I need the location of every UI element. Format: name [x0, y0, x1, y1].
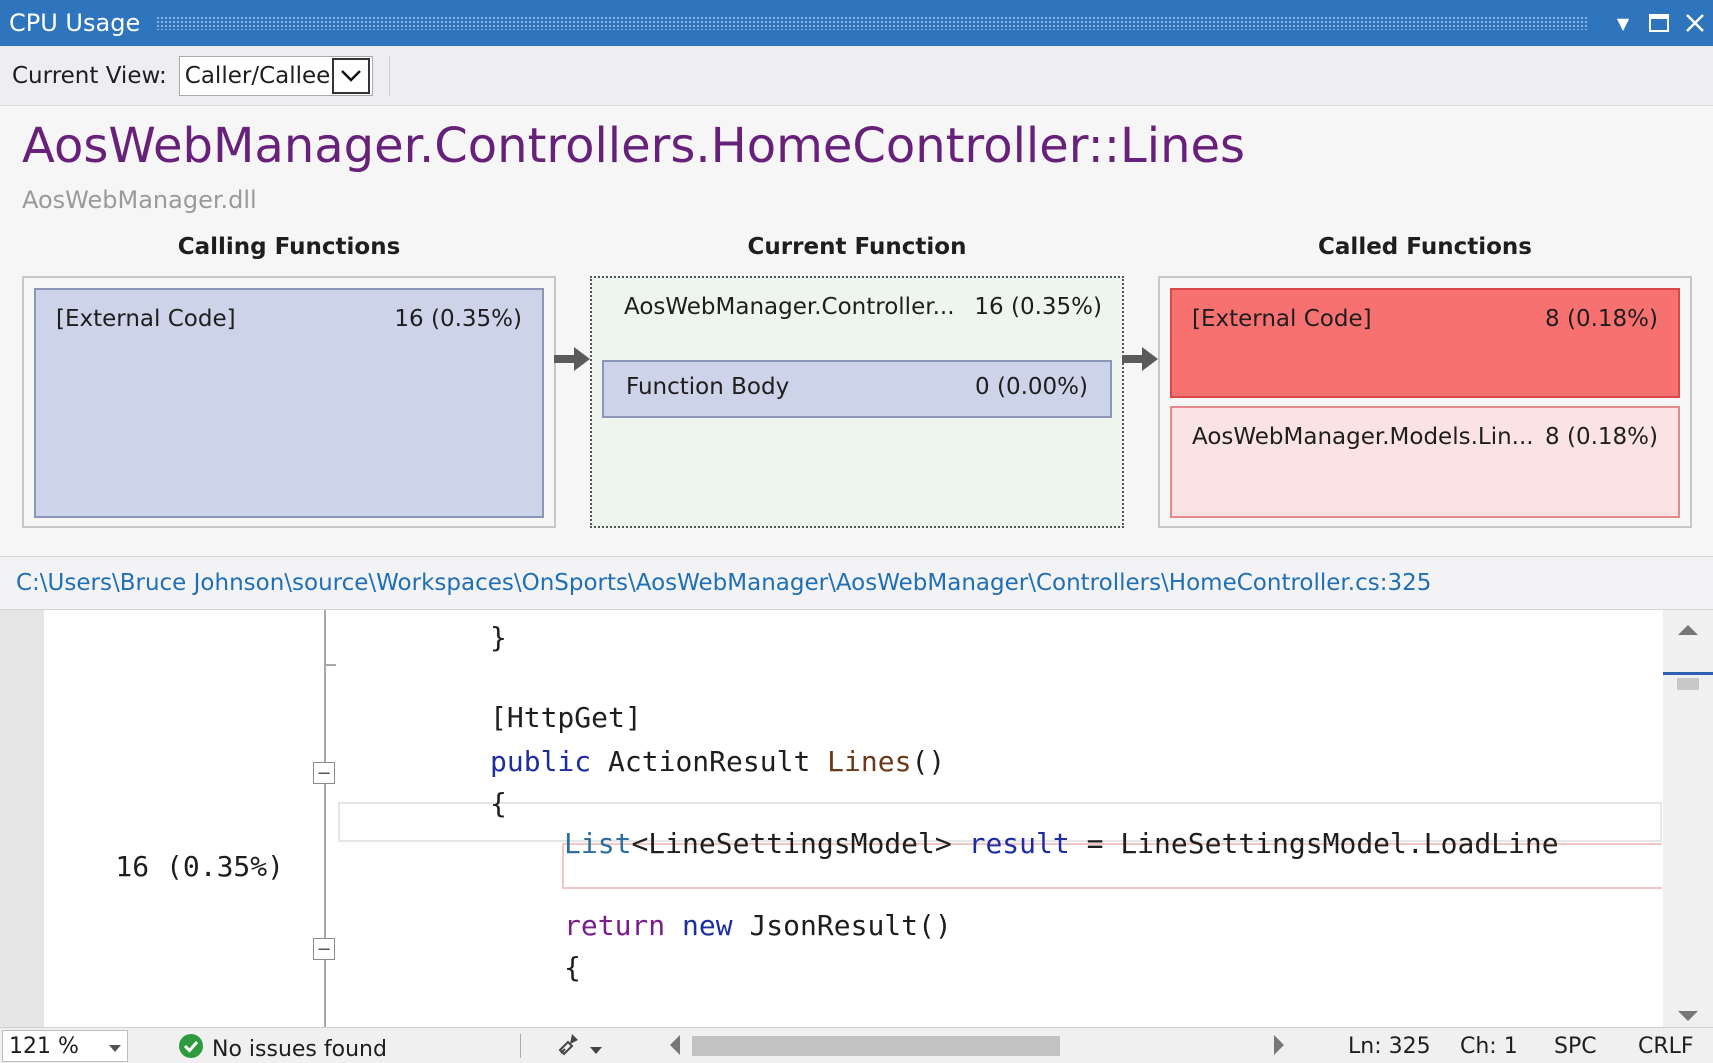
- current-view-value: Caller/Callee: [184, 62, 331, 89]
- current-function-value: 16 (0.35%): [974, 294, 1102, 320]
- collapse-icon[interactable]: −: [313, 762, 335, 784]
- issues-text: No issues found: [212, 1036, 387, 1062]
- arrow-right-icon: [554, 344, 592, 379]
- broom-icon: [556, 1032, 582, 1063]
- line-metric: 16 (0.35%): [115, 850, 284, 883]
- function-body-value: 0 (0.00%): [975, 374, 1088, 400]
- check-circle-icon: [178, 1033, 204, 1063]
- called-function-value: 8 (0.18%): [1545, 424, 1658, 450]
- close-icon[interactable]: [1677, 0, 1713, 46]
- outline-tick: [324, 664, 336, 666]
- current-function-panel: AosWebManager.Controller... 16 (0.35%) F…: [590, 276, 1124, 528]
- code-line: public ActionResult Lines(): [490, 745, 946, 778]
- current-view-label: Current View:: [12, 62, 167, 89]
- window-title: CPU Usage: [9, 9, 141, 37]
- scroll-position-marker: [1663, 672, 1713, 675]
- code-editor[interactable]: 16 (0.35%) − − } [HttpGet] public Action…: [0, 610, 1713, 1027]
- zoom-select[interactable]: 121 %: [2, 1030, 128, 1062]
- arrow-right-icon: [1122, 344, 1160, 379]
- module-name: AosWebManager.dll: [22, 186, 257, 214]
- metrics-gutter: 16 (0.35%): [44, 610, 288, 1027]
- called-functions-panel: [External Code] 8 (0.18%) AosWebManager.…: [1158, 276, 1692, 528]
- vertical-scrollbar[interactable]: [1663, 610, 1713, 1027]
- code-line: List<LineSettingsModel> result = LineSet…: [564, 827, 1559, 860]
- calling-function-item[interactable]: [External Code] 16 (0.35%): [34, 288, 544, 518]
- chevron-down-icon[interactable]: [331, 57, 370, 94]
- called-function-item[interactable]: [External Code] 8 (0.18%): [1170, 288, 1680, 398]
- scroll-thumb[interactable]: [1677, 678, 1699, 690]
- function-title: AosWebManager.Controllers.HomeController…: [22, 118, 1246, 174]
- current-function-heading: Current Function: [747, 234, 967, 260]
- outline-line: [324, 610, 326, 1027]
- called-functions-heading: Called Functions: [1318, 234, 1532, 260]
- zoom-value: 121 %: [9, 1033, 79, 1059]
- toolbar-separator: [388, 55, 390, 96]
- calling-functions-heading: Calling Functions: [177, 234, 401, 260]
- line-ending[interactable]: CRLF: [1638, 1034, 1694, 1059]
- status-separator: [520, 1034, 521, 1058]
- current-function-item[interactable]: AosWebManager.Controller... 16 (0.35%): [624, 294, 1102, 320]
- scroll-right-icon[interactable]: [1274, 1035, 1286, 1061]
- code-line: return new JsonResult(): [564, 909, 952, 942]
- code-line: {: [490, 787, 507, 820]
- scroll-left-icon[interactable]: [668, 1035, 680, 1061]
- function-body-item[interactable]: Function Body 0 (0.00%): [602, 360, 1112, 418]
- horizontal-scroll-thumb[interactable]: [692, 1036, 1060, 1056]
- code-line: {: [564, 951, 581, 984]
- dropdown-icon[interactable]: ▼: [1605, 0, 1641, 46]
- calling-functions-panel: [External Code] 16 (0.35%): [22, 276, 556, 528]
- code-area[interactable]: } [HttpGet] public ActionResult Lines() …: [340, 610, 1663, 1027]
- column-number[interactable]: Ch: 1: [1460, 1034, 1518, 1059]
- calling-function-value: 16 (0.35%): [394, 306, 522, 332]
- chevron-down-icon: [590, 1036, 602, 1061]
- scroll-up-icon[interactable]: [1678, 620, 1698, 639]
- called-function-item[interactable]: AosWebManager.Models.Lin... 8 (0.18%): [1170, 406, 1680, 518]
- source-path-bar: C:\Users\Bruce Johnson\source\Workspaces…: [0, 556, 1713, 610]
- current-view-select[interactable]: Caller/Callee: [178, 55, 373, 96]
- code-cleanup-button[interactable]: [556, 1032, 602, 1063]
- title-grip[interactable]: [156, 16, 1589, 30]
- code-line: }: [490, 621, 507, 654]
- line-number[interactable]: Ln: 325: [1348, 1034, 1431, 1059]
- whitespace-mode[interactable]: SPC: [1554, 1034, 1597, 1059]
- toolbar: Current View: Caller/Callee: [0, 46, 1713, 106]
- called-function-name: [External Code]: [1192, 306, 1372, 332]
- caller-callee-header: AosWebManager.Controllers.HomeController…: [0, 106, 1713, 556]
- function-body-label: Function Body: [626, 374, 790, 400]
- called-function-name: AosWebManager.Models.Lin...: [1192, 424, 1534, 450]
- chevron-down-icon: [109, 1034, 121, 1059]
- editor-margin: [0, 610, 44, 1027]
- called-function-value: 8 (0.18%): [1545, 306, 1658, 332]
- maximize-icon[interactable]: [1641, 0, 1677, 46]
- calling-function-name: [External Code]: [56, 306, 236, 332]
- source-path-link[interactable]: C:\Users\Bruce Johnson\source\Workspaces…: [0, 570, 1431, 596]
- issues-indicator[interactable]: No issues found: [178, 1033, 387, 1063]
- code-line: [HttpGet]: [490, 701, 642, 734]
- current-function-name: AosWebManager.Controller...: [624, 294, 955, 320]
- title-bar: CPU Usage ▼: [0, 0, 1713, 46]
- scroll-down-icon[interactable]: [1678, 1008, 1698, 1027]
- status-bar: 121 % No issues found Ln: 325 Ch: 1 SPC …: [0, 1027, 1713, 1063]
- collapse-icon[interactable]: −: [313, 938, 335, 960]
